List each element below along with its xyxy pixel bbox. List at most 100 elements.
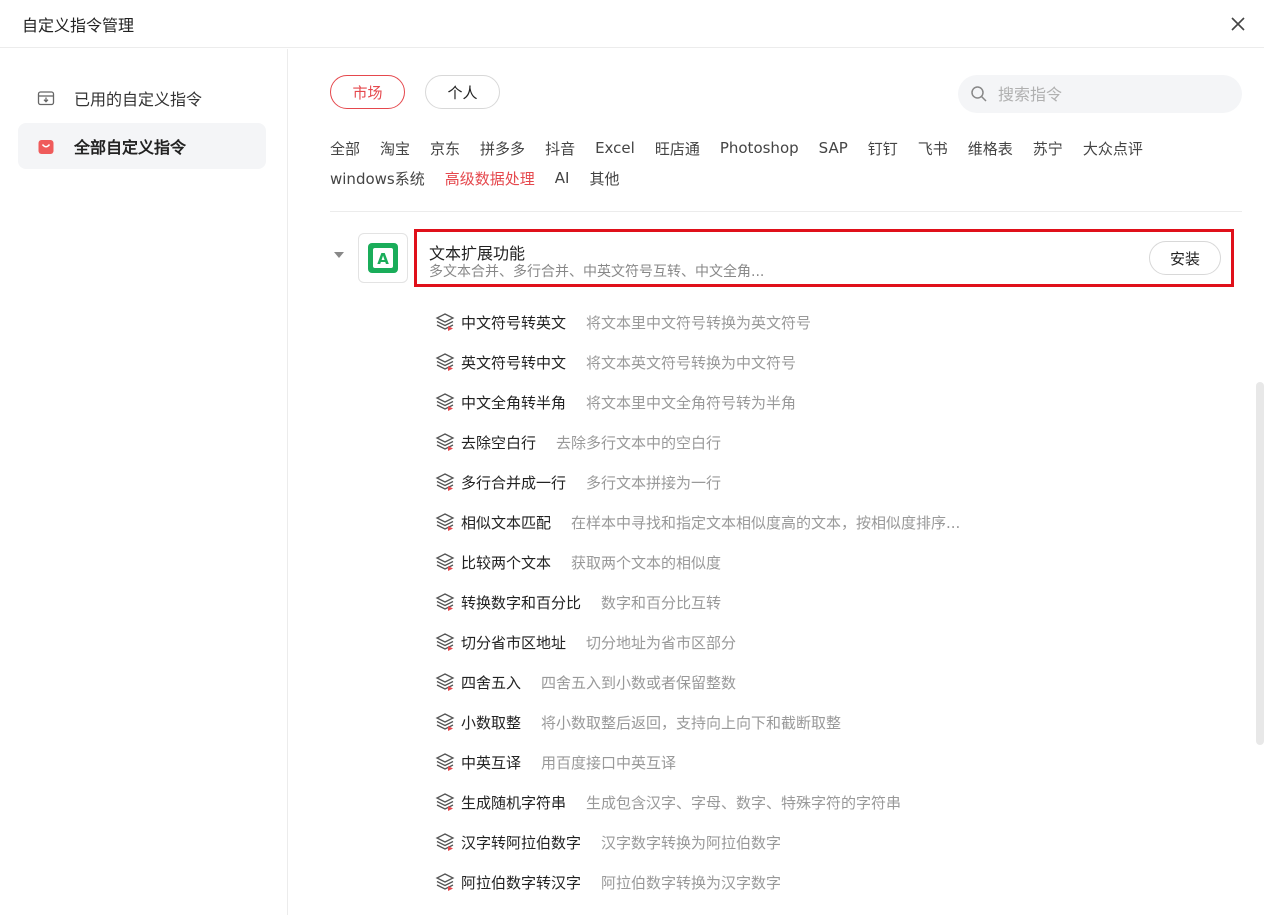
command-name: 阿拉伯数字转汉字	[461, 873, 582, 892]
command-description: 生成包含汉字、字母、数字、特殊字符的字符串	[586, 793, 902, 812]
inbox-download-icon	[36, 88, 56, 108]
layers-icon	[434, 391, 456, 413]
collapse-caret-icon[interactable]	[334, 252, 344, 258]
sidebar-item-label: 已用的自定义指令	[74, 90, 203, 109]
close-button[interactable]	[1224, 10, 1252, 38]
layers-icon	[434, 511, 456, 533]
dialog-title: 自定义指令管理	[22, 16, 135, 35]
command-name: 中文全角转半角	[461, 393, 567, 412]
category-item[interactable]: 大众点评	[1083, 138, 1143, 159]
command-item[interactable]: 比较两个文本 获取两个文本的相似度	[434, 542, 1234, 582]
layers-icon	[434, 471, 456, 493]
command-item[interactable]: 小数取整 将小数取整后返回，支持向上向下和截断取整	[434, 702, 1234, 742]
category-item[interactable]: 钉钉	[868, 138, 898, 159]
command-item[interactable]: 中文全角转半角 将文本里中文全角符号转为半角	[434, 382, 1234, 422]
search-box	[958, 75, 1242, 113]
command-item[interactable]: 转换数字和百分比 数字和百分比互转	[434, 582, 1234, 622]
command-description: 将小数取整后返回，支持向上向下和截断取整	[541, 713, 842, 732]
command-name: 转换数字和百分比	[461, 593, 582, 612]
command-description: 切分地址为省市区部分	[586, 633, 737, 652]
layers-icon	[434, 591, 456, 613]
command-item[interactable]: 中英互译 用百度接口中英互译	[434, 742, 1234, 782]
category-item[interactable]: 飞书	[918, 138, 948, 159]
divider	[330, 211, 1242, 212]
category-item[interactable]: 高级数据处理	[445, 168, 535, 189]
command-item[interactable]: 四舍五入 四舍五入到小数或者保留整数	[434, 662, 1234, 702]
command-description: 获取两个文本的相似度	[571, 553, 722, 572]
layers-icon	[434, 751, 456, 773]
layers-icon	[434, 631, 456, 653]
category-item[interactable]: Photoshop	[720, 139, 799, 157]
sidebar-item-all-commands[interactable]: 全部自定义指令	[18, 123, 266, 169]
category-row: 全部 淘宝 京东 拼多多 抖音 Excel 旺店通 Photoshop SAP 钉钉 飞书 维格表 苏宁…	[330, 133, 1230, 163]
command-item[interactable]: 去除空白行 去除多行文本中的空白行	[434, 422, 1234, 462]
command-item[interactable]: 相似文本匹配 在样本中寻找和指定文本相似度高的文本，按相似度排序...	[434, 502, 1234, 542]
command-description: 四舍五入到小数或者保留整数	[541, 673, 737, 692]
command-item[interactable]: 英文符号转中文 将文本英文符号转换为中文符号	[434, 342, 1234, 382]
shopping-bag-icon	[36, 136, 56, 156]
command-name: 比较两个文本	[461, 553, 552, 572]
layers-icon	[434, 831, 456, 853]
category-item[interactable]: 拼多多	[480, 138, 525, 159]
package-icon-letter: A	[377, 250, 389, 268]
layers-icon	[434, 671, 456, 693]
category-row: windows系统 高级数据处理 AI 其他	[330, 163, 1230, 193]
scrollbar[interactable]	[1256, 382, 1264, 745]
category-item[interactable]: 旺店通	[655, 138, 700, 159]
command-name: 多行合并成一行	[461, 473, 567, 492]
package-description: 多文本合并、多行合并、中英文符号互转、中文全角...	[429, 264, 765, 280]
command-description: 汉字数字转换为阿拉伯数字	[601, 833, 782, 852]
command-item[interactable]: 多行合并成一行 多行文本拼接为一行	[434, 462, 1234, 502]
category-filter: 全部 淘宝 京东 拼多多 抖音 Excel 旺店通 Photoshop SAP 钉钉 飞书 维格表 苏宁…	[330, 133, 1230, 193]
dialog-header: 自定义指令管理	[0, 0, 1264, 48]
command-name: 四舍五入	[461, 673, 522, 692]
category-item[interactable]: 苏宁	[1033, 138, 1063, 159]
layers-icon	[434, 871, 456, 893]
command-name: 汉字转阿拉伯数字	[461, 833, 582, 852]
tab-personal[interactable]: 个人	[425, 75, 500, 109]
command-item[interactable]: 生成随机字符串 生成包含汉字、字母、数字、特殊字符的字符串	[434, 782, 1234, 822]
category-item[interactable]: 全部	[330, 138, 360, 159]
layers-icon	[434, 791, 456, 813]
command-item[interactable]: 中文符号转英文 将文本里中文符号转换为英文符号	[434, 302, 1234, 342]
category-item[interactable]: AI	[555, 169, 570, 187]
command-description: 数字和百分比互转	[601, 593, 722, 612]
category-item[interactable]: Excel	[595, 139, 635, 157]
command-description: 阿拉伯数字转换为汉字数字	[601, 873, 782, 892]
command-item[interactable]: 阿拉伯数字转汉字 阿拉伯数字转换为汉字数字	[434, 862, 1234, 902]
tab-market[interactable]: 市场	[330, 75, 405, 109]
command-name: 切分省市区地址	[461, 633, 567, 652]
category-item[interactable]: 抖音	[545, 138, 575, 159]
command-list: 中文符号转英文 将文本里中文符号转换为英文符号 英文符号转中文 将文本英文符号转换为中…	[434, 302, 1234, 902]
command-name: 去除空白行	[461, 433, 537, 452]
command-name: 生成随机字符串	[461, 793, 567, 812]
layers-icon	[434, 711, 456, 733]
package-card[interactable]: 文本扩展功能 多文本合并、多行合并、中英文符号互转、中文全角... 安装	[414, 229, 1234, 287]
command-name: 中文符号转英文	[461, 313, 567, 332]
category-item[interactable]: windows系统	[330, 168, 425, 189]
close-icon	[1231, 17, 1245, 31]
sidebar-item-used-commands[interactable]: 已用的自定义指令	[18, 75, 266, 121]
command-name: 相似文本匹配	[461, 513, 552, 532]
install-button[interactable]: 安装	[1149, 241, 1221, 275]
sidebar: 已用的自定义指令 全部自定义指令	[0, 49, 288, 915]
command-description: 将文本里中文符号转换为英文符号	[586, 313, 812, 332]
command-name: 英文符号转中文	[461, 353, 567, 372]
category-item[interactable]: SAP	[819, 139, 848, 157]
search-input[interactable]	[996, 83, 1216, 105]
category-item[interactable]: 淘宝	[380, 138, 410, 159]
layers-icon	[434, 551, 456, 573]
layers-icon	[434, 311, 456, 333]
command-name: 中英互译	[461, 753, 522, 772]
category-item[interactable]: 京东	[430, 138, 460, 159]
category-item[interactable]: 维格表	[968, 138, 1013, 159]
search-icon	[971, 86, 987, 102]
command-description: 多行文本拼接为一行	[586, 473, 722, 492]
package-app-icon: A	[358, 233, 408, 283]
category-item[interactable]: 其他	[589, 168, 619, 189]
main-panel: 市场 个人 全部淘宝京东拼多多抖音 Excel 旺店通 Photoshop SAP 钉钉飞…	[288, 49, 1264, 915]
command-item[interactable]: 切分省市区地址 切分地址为省市区部分	[434, 622, 1234, 662]
command-item[interactable]: 汉字转阿拉伯数字 汉字数字转换为阿拉伯数字	[434, 822, 1234, 862]
command-name: 小数取整	[461, 713, 522, 732]
command-description: 将文本里中文全角符号转为半角	[586, 393, 797, 412]
